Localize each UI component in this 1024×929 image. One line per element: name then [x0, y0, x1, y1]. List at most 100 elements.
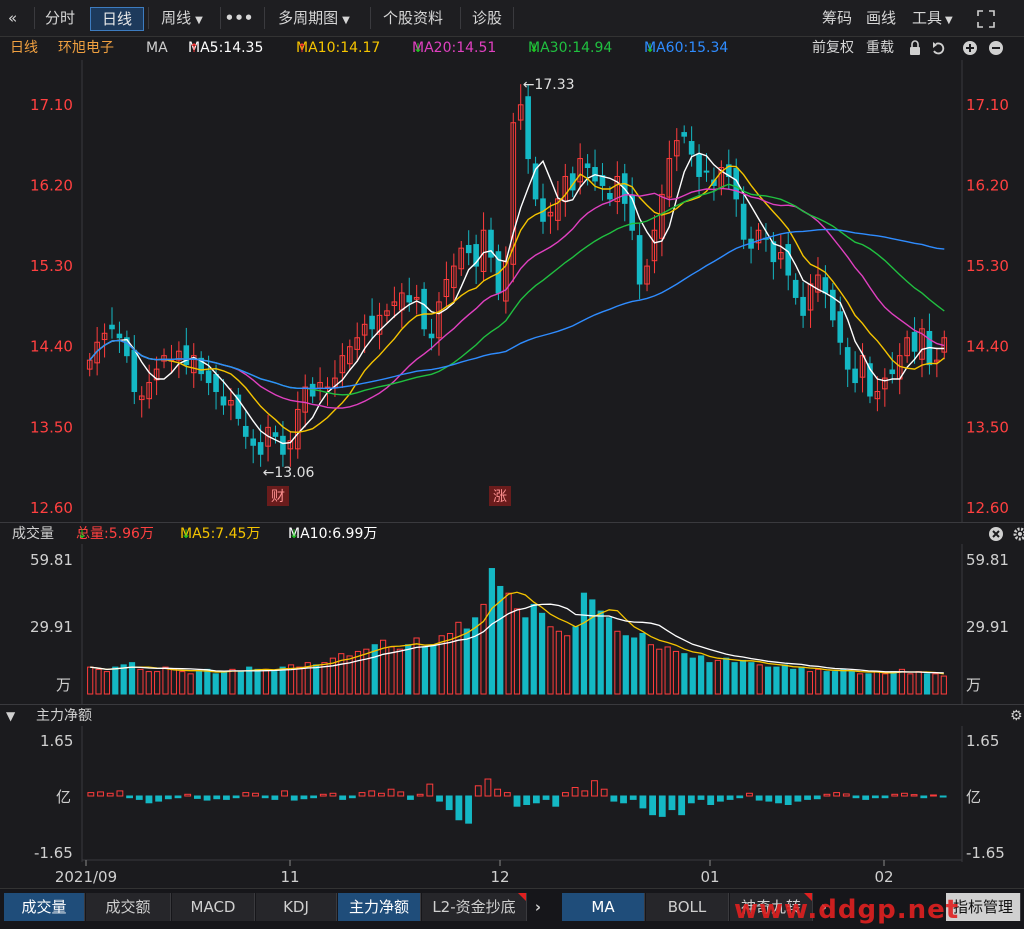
volume-bar	[522, 617, 529, 695]
volume-bar	[296, 666, 303, 695]
volume-bar	[279, 666, 286, 695]
toolbar: « 分时 日线 周线 ▼ ••• 多周期图 ▼ 个股资料 诊股 筹码 画线 工具 ▼	[0, 0, 1024, 37]
tab-macd[interactable]: MACD	[172, 893, 255, 921]
arrow-down-icon: ↓	[413, 41, 424, 55]
volume-bar	[731, 662, 738, 695]
fullscreen-icon[interactable]	[976, 9, 996, 29]
indicator-name[interactable]: MA	[146, 37, 168, 59]
volume-bar	[405, 644, 412, 695]
tab-weekly-dropdown[interactable]: 周线 ▼	[148, 7, 215, 29]
candle-body	[889, 369, 896, 375]
net-flow-bar	[252, 792, 259, 797]
tab-daily[interactable]: 日线	[90, 7, 144, 31]
net-flow-bar	[426, 783, 434, 797]
volume-bar	[723, 657, 730, 695]
candle-body	[421, 288, 427, 330]
chevron-right-icon[interactable]: ›	[814, 893, 834, 921]
net-flow-bar	[184, 793, 192, 797]
lock-icon[interactable]	[910, 40, 920, 55]
tab-kdj[interactable]: KDJ	[256, 893, 337, 921]
net-flow-bar	[465, 795, 472, 824]
net-flow-bar	[804, 795, 811, 800]
volume-title[interactable]: 成交量	[12, 523, 54, 545]
stock-profile-button[interactable]: 个股资料	[370, 7, 455, 29]
diagnose-button[interactable]: 诊股	[460, 7, 514, 29]
net-flow-bar	[571, 787, 579, 797]
x-tick-label: 12	[490, 868, 509, 886]
multi-period-dropdown[interactable]: 多周期图 ▼	[264, 7, 363, 29]
volume-chart[interactable]: 59.81 29.91 万 59.81 29.91 万	[0, 544, 1024, 704]
y-tick-label-right: 14.40	[966, 338, 1009, 356]
volume-bar	[421, 646, 429, 695]
volume-bar	[781, 664, 788, 695]
gear-icon[interactable]	[1013, 527, 1024, 541]
candle-body	[800, 296, 806, 316]
event-marker-label: 财	[271, 489, 285, 505]
net-flow-bar	[145, 795, 153, 804]
arrow-down-icon: ↓	[645, 41, 656, 55]
zoom-in-icon[interactable]	[963, 41, 977, 55]
price-chart[interactable]: 17.10 17.10 16.20 16.20 15.30 15.30 14.40 14.40…	[0, 60, 1024, 522]
candle-body	[740, 203, 747, 240]
multi-period-label: 多周期图	[278, 9, 339, 27]
tab-ma[interactable]: MA	[562, 893, 645, 921]
collapse-icon[interactable]: ▼	[6, 705, 15, 727]
volume-bar	[430, 644, 437, 695]
net-flow-chart[interactable]: 1.65 亿 -1.65 1.65 亿 -1.65 2021/09 11 12 01 02	[0, 726, 1024, 888]
volume-bar	[271, 671, 278, 695]
tab-intraday[interactable]: 分时	[34, 7, 85, 29]
y-tick-label-left: 12.60	[30, 499, 73, 517]
volume-bar	[823, 671, 830, 695]
net-flow-bar	[368, 790, 376, 797]
net-flow-bar	[794, 795, 802, 802]
volume-bar	[898, 668, 906, 695]
overlay-button[interactable]: 重载	[866, 37, 894, 59]
volume-bar	[513, 608, 521, 695]
candle-body	[428, 333, 435, 339]
net-flow-bar	[116, 790, 124, 797]
volume-bar	[672, 650, 680, 695]
tab-magic-nine[interactable]: 神奇九转	[730, 893, 813, 921]
volume-bar	[530, 603, 537, 695]
net-flow-bar	[290, 795, 298, 801]
flow-title[interactable]: 主力净额	[36, 705, 92, 727]
draw-line-button[interactable]: 画线	[866, 7, 896, 29]
chevron-right-icon[interactable]: ›	[528, 893, 548, 921]
tab-net-flow[interactable]: 主力净额	[338, 893, 421, 921]
net-flow-bar	[358, 792, 366, 797]
net-flow-bar	[242, 792, 250, 797]
zoom-out-icon[interactable]	[989, 41, 1003, 55]
volume-bar	[539, 612, 546, 695]
tab-l2-bottom[interactable]: L2-资金抄底	[422, 893, 527, 921]
tools-dropdown[interactable]: 工具 ▼	[912, 7, 953, 29]
volume-bar	[865, 673, 872, 695]
volume-bar	[714, 659, 721, 695]
volume-bar	[572, 626, 579, 695]
undo-icon[interactable]	[933, 42, 945, 55]
net-flow-bar	[687, 795, 695, 804]
adjust-button[interactable]: 前复权	[812, 37, 854, 59]
net-flow-bar	[862, 795, 870, 800]
net-flow-bar	[523, 795, 531, 805]
tab-volume[interactable]: 成交量	[4, 893, 85, 921]
ma10-text: MA10:14.17	[296, 40, 381, 56]
tab-boll[interactable]: BOLL	[646, 893, 729, 921]
more-button[interactable]: •••	[220, 7, 257, 29]
indicator-manage-button[interactable]: 指标管理	[946, 893, 1021, 921]
tab-turnover[interactable]: 成交额	[86, 893, 171, 921]
net-flow-bar	[436, 795, 443, 802]
volume-bar	[212, 673, 219, 695]
net-flow-bar	[348, 795, 356, 799]
volume-bar	[388, 646, 395, 695]
close-icon[interactable]	[989, 527, 1003, 541]
volume-bar	[798, 666, 805, 695]
stock-name: 环旭电子	[58, 40, 114, 56]
candle-body	[369, 315, 375, 330]
vol-unit-label: 万	[56, 676, 71, 694]
gear-icon[interactable]: ⚙	[1010, 705, 1023, 727]
volume-bar	[597, 610, 604, 695]
y-tick-label-left: 14.40	[30, 338, 73, 356]
double-chevron-left-icon[interactable]: «	[8, 7, 17, 29]
net-flow-bar	[106, 792, 114, 797]
chip-button[interactable]: 筹码	[822, 7, 852, 29]
